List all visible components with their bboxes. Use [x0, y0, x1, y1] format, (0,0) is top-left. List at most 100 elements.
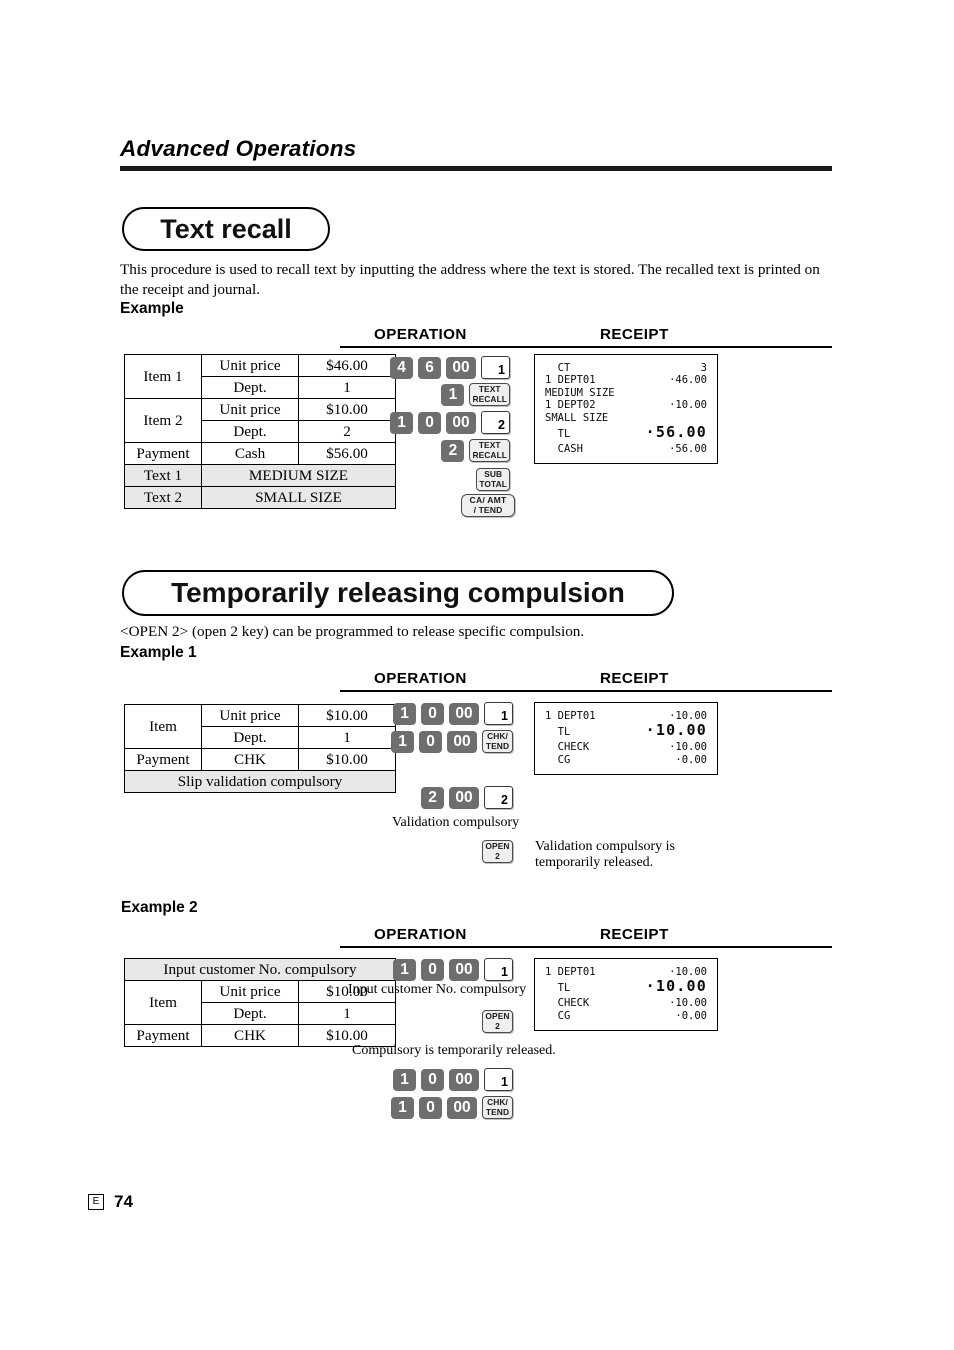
receipt-line: TL ·56.00 [545, 424, 707, 443]
numeric-key-0[interactable]: 0 [421, 958, 444, 981]
receipt-line-label: SMALL SIZE [545, 411, 609, 424]
numeric-key-4[interactable]: 4 [390, 356, 413, 379]
column-header-rule [340, 346, 832, 348]
key-label-line-2: TEND [485, 740, 510, 751]
receipt-line-label: CHECK [545, 741, 590, 754]
text-recall-key[interactable]: TEXT RECALL [469, 383, 510, 406]
text-recall-key[interactable]: TEXT RECALL [469, 439, 510, 462]
key-label-line-2: 2 [495, 850, 500, 861]
receipt-line-amount: 3 [700, 362, 707, 374]
receipt-line-label: TL [545, 428, 571, 441]
numeric-key-00[interactable]: 00 [446, 356, 476, 379]
numeric-key-0[interactable]: 0 [419, 730, 442, 753]
department-key-1[interactable]: 1 [484, 1068, 513, 1091]
chk-tend-key[interactable]: CHK/TEND [482, 1096, 513, 1119]
receipt-line-amount: ·0.00 [675, 1009, 707, 1022]
key-label-line-2: / TEND [473, 504, 503, 515]
numeric-key-2[interactable]: 2 [421, 786, 444, 809]
department-key-2[interactable]: 2 [484, 786, 513, 809]
receipt-line: 1 DEPT02 ·10.00 [545, 399, 707, 411]
department-key-1[interactable]: 1 [484, 702, 513, 725]
numeric-key-1[interactable]: 1 [393, 1068, 416, 1091]
department-key-2[interactable]: 2 [481, 411, 510, 434]
department-key-1[interactable]: 1 [481, 356, 510, 379]
receipt-line: MEDIUM SIZE [545, 387, 707, 399]
receipt-line-label: 1 DEPT01 [545, 966, 596, 978]
receipt-line-amount: ·56.00 [645, 423, 707, 442]
section-heading-text-recall: Text recall [122, 207, 330, 251]
receipt-line-amount: ·10.00 [645, 977, 707, 996]
numeric-key-0[interactable]: 0 [421, 702, 444, 725]
sub-total-key[interactable]: SUB TOTAL [476, 468, 510, 491]
receipt-text-recall: CT 3 1 DEPT01 ·46.00 MEDIUM SIZE 1 DEPT02 ·10.… [534, 354, 718, 465]
column-header-operation: OPERATION [374, 670, 467, 687]
language-code-badge: E [88, 1194, 104, 1210]
column-header-band: OPERATION RECEIPT [340, 326, 832, 348]
operation-caption: Input customer No. compulsory [348, 982, 527, 997]
open-2-key[interactable]: OPEN 2 [482, 840, 513, 863]
example-label-1: Example 1 [120, 644, 197, 661]
column-header-rule [340, 690, 832, 692]
receipt-line: CG ·0.00 [545, 754, 707, 766]
section-intro-temporarily-releasing-compulsion: <OPEN 2> (open 2 key) can be programmed … [120, 623, 585, 640]
receipt-line-amount: ·56.00 [669, 443, 707, 456]
numeric-key-2[interactable]: 2 [441, 439, 465, 462]
section-heading-label: Text recall [160, 213, 292, 244]
numeric-key-0[interactable]: 0 [418, 411, 441, 434]
key-sequence-row: 1 0 00 CHK/TEND [0, 1096, 513, 1119]
table-cell: Unit price [201, 980, 299, 1003]
running-head-rule [120, 165, 832, 171]
numeric-key-1[interactable]: 1 [391, 1096, 414, 1119]
key-sequence-row: CA/ AMT / TEND [0, 494, 515, 517]
operation-caption: Compulsory is temporarily released. [352, 1043, 556, 1058]
receipt-line-amount: ·46.00 [669, 374, 707, 387]
receipt-line-label: 1 DEPT01 [545, 710, 596, 722]
numeric-key-1[interactable]: 1 [391, 730, 414, 753]
numeric-key-1[interactable]: 1 [393, 702, 416, 725]
numeric-key-0[interactable]: 0 [421, 1068, 444, 1091]
operation-caption: temporarily released. [535, 855, 654, 870]
numeric-key-00[interactable]: 00 [449, 786, 479, 809]
column-header-band: OPERATION RECEIPT [340, 670, 832, 692]
column-header-band: OPERATION RECEIPT [340, 926, 832, 948]
receipt-line: 1 DEPT01 ·46.00 [545, 374, 707, 386]
key-label-line-2: RECALL [472, 393, 507, 404]
column-header-receipt: RECEIPT [600, 326, 669, 343]
receipt-line-label: CG [545, 1009, 571, 1022]
receipt-line: CHECK ·10.00 [545, 997, 707, 1009]
department-key-1[interactable]: 1 [484, 958, 513, 981]
section-heading-label: Temporarily releasing compulsion [171, 577, 625, 608]
key-sequence-row: 2 00 2 [0, 786, 513, 809]
ca-amt-tend-key[interactable]: CA/ AMT / TEND [461, 494, 515, 517]
numeric-key-6[interactable]: 6 [418, 356, 441, 379]
key-sequence-row: 1 0 00 1 [0, 1068, 513, 1091]
receipt-line-label: TL [545, 982, 571, 995]
numeric-key-00[interactable]: 00 [449, 702, 479, 725]
numeric-key-1[interactable]: 1 [390, 411, 413, 434]
chk-tend-key[interactable]: CHK/TEND [482, 730, 513, 753]
key-sequence-row: 2 TEXT RECALL [0, 439, 510, 462]
numeric-key-1[interactable]: 1 [441, 383, 465, 406]
numeric-key-00[interactable]: 00 [449, 1068, 479, 1091]
numeric-key-1[interactable]: 1 [393, 958, 416, 981]
operation-caption: Validation compulsory is [535, 839, 675, 854]
numeric-key-00[interactable]: 00 [447, 730, 477, 753]
open-2-key[interactable]: OPEN 2 [482, 1010, 513, 1033]
numeric-key-0[interactable]: 0 [419, 1096, 442, 1119]
key-sequence-row: 1 0 00 CHK/TEND [0, 730, 513, 753]
key-sequence-row: 1 0 00 1 [0, 958, 513, 981]
receipt-line-label: CG [545, 753, 571, 766]
receipt-example-2: 1 DEPT01 ·10.00 TL ·10.00 CHECK ·10.00 CG ·0… [534, 958, 718, 1032]
numeric-key-00[interactable]: 00 [449, 958, 479, 981]
running-head-title: Advanced Operations [120, 136, 357, 161]
numeric-key-00[interactable]: 00 [446, 411, 476, 434]
receipt-line-amount: ·10.00 [669, 997, 707, 1010]
receipt-line: CHECK ·10.00 [545, 741, 707, 753]
page-footer: E 74 [88, 1192, 133, 1212]
column-header-receipt: RECEIPT [600, 670, 669, 687]
key-sequence-row: 1 0 00 2 [0, 411, 510, 434]
key-sequence-row: SUB TOTAL [0, 468, 510, 491]
numeric-key-00[interactable]: 00 [447, 1096, 477, 1119]
key-label-line-2: RECALL [472, 449, 507, 460]
receipt-line: TL ·10.00 [545, 722, 707, 741]
